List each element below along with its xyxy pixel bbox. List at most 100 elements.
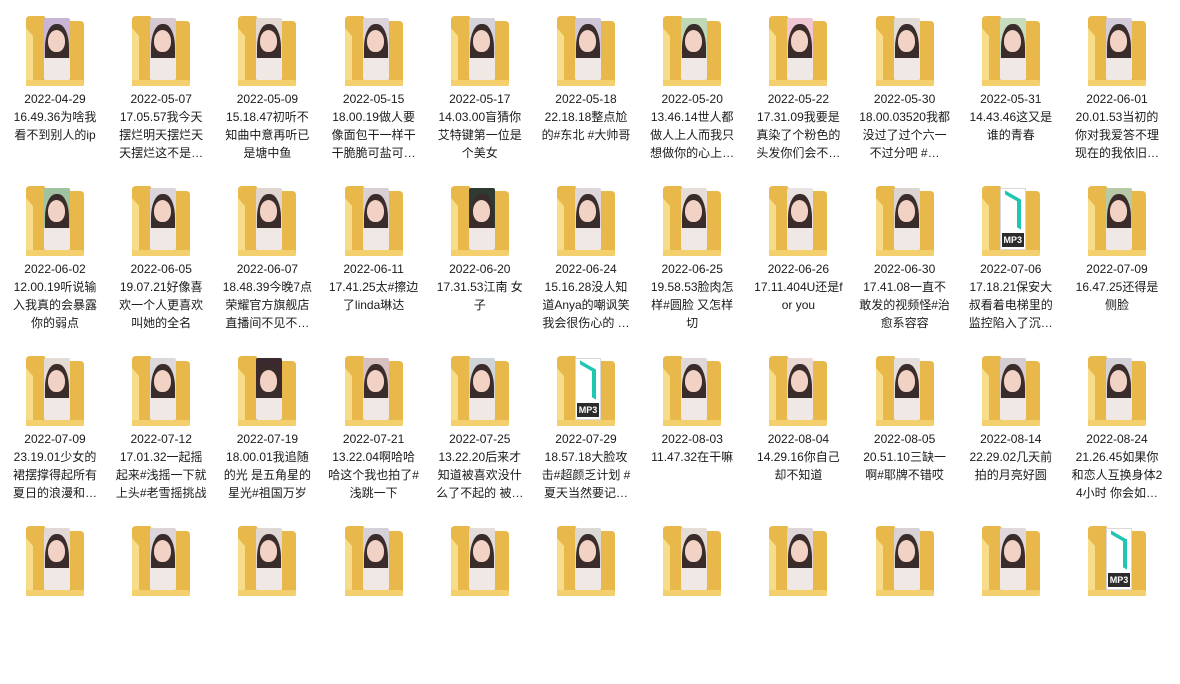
folder-icon [236, 14, 298, 88]
folder-icon [343, 184, 405, 258]
folder-title: 17.05.57我今天摆烂明天摆烂天天摆烂这不是… [119, 110, 204, 160]
folder-item[interactable]: 2022-07-25 13.22.20后来才知道被喜欢没什么了不起的 被… [427, 344, 533, 514]
folder-date: 2022-05-30 [873, 92, 936, 106]
folder-label: 2022-06-01 20.01.53当初的你对我爱答不理现在的我依旧… [1064, 90, 1170, 162]
folder-title: 21.26.45如果你和恋人互换身体24小时 你会如… [1071, 450, 1163, 500]
folder-label: 2022-06-26 17.11.404U还是for you [745, 260, 851, 314]
folder-title: 14.29.16你自己却不知道 [757, 450, 840, 482]
folder-label: 2022-05-20 13.46.14世人都做人上人而我只想做你的心上… [639, 90, 745, 162]
folder-item[interactable] [427, 514, 533, 684]
folder-label: 2022-05-31 14.43.46这又是谁的青春 [958, 90, 1064, 144]
folder-item[interactable] [745, 514, 851, 684]
folder-item[interactable] [852, 514, 958, 684]
folder-item[interactable]: 2022-06-11 17.41.25太#擦边了linda琳达 [321, 174, 427, 344]
folder-item[interactable]: 2022-05-30 18.00.03520我都没过了过个六一不过分吧 #… [852, 4, 958, 174]
folder-item[interactable]: 2022-06-25 19.58.53脸肉怎样#圆脸 又怎样 切 [639, 174, 745, 344]
folder-item[interactable]: 2022-06-01 20.01.53当初的你对我爱答不理现在的我依旧… [1064, 4, 1170, 174]
folder-item[interactable]: MP3 2022-07-29 18.57.18大脸攻击#超颜乏计划 #夏天当然要记… [533, 344, 639, 514]
folder-icon [661, 524, 723, 598]
folder-item[interactable] [321, 514, 427, 684]
folder-label: 2022-05-07 17.05.57我今天摆烂明天摆烂天天摆烂这不是… [108, 90, 214, 162]
folder-item[interactable]: 2022-06-07 18.48.39今晚7点荣耀官方旗舰店直播间不见不… [214, 174, 320, 344]
folder-date: 2022-05-20 [661, 92, 723, 106]
folder-label: 2022-08-05 20.51.10三缺一啊#耶牌不错哎 [852, 430, 958, 484]
folder-item[interactable]: 2022-06-20 17.31.53江南 女子 [427, 174, 533, 344]
folder-item[interactable]: 2022-08-24 21.26.45如果你和恋人互换身体24小时 你会如… [1064, 344, 1170, 514]
folder-icon [130, 184, 192, 258]
folder-item[interactable]: 2022-05-22 17.31.09我要是真染了个粉色的头发你们会不… [745, 4, 851, 174]
folder-item[interactable] [533, 514, 639, 684]
folder-title: 17.41.25太#擦边了linda琳达 [328, 280, 419, 312]
folder-label: 2022-06-30 17.41.08一直不敢发的视频怪#治愈系容容 [852, 260, 958, 332]
folder-item[interactable] [214, 514, 320, 684]
folder-item[interactable]: 2022-06-24 15.16.28没人知道Anya的嘲讽笑我会很伤心的 … [533, 174, 639, 344]
folder-icon [236, 354, 298, 428]
folder-item[interactable]: 2022-05-15 18.00.19做人要像面包干一样干干脆脆可盐可… [321, 4, 427, 174]
folder-label: 2022-05-30 18.00.03520我都没过了过个六一不过分吧 #… [852, 90, 958, 162]
folder-date: 2022-05-17 [449, 92, 511, 106]
folder-item[interactable]: 2022-05-20 13.46.14世人都做人上人而我只想做你的心上… [639, 4, 745, 174]
folder-label: 2022-05-09 15.18.47初听不知曲中意再听已是塘中鱼 [214, 90, 320, 162]
folder-item[interactable]: 2022-08-05 20.51.10三缺一啊#耶牌不错哎 [852, 344, 958, 514]
folder-item[interactable]: MP3 2022-07-06 17.18.21保安大叔看着电梯里的监控陷入了沉… [958, 174, 1064, 344]
folder-title: 17.18.21保安大叔看着电梯里的监控陷入了沉… [968, 280, 1053, 330]
folder-date: 2022-08-04 [767, 432, 830, 446]
folder-item[interactable]: 2022-05-07 17.05.57我今天摆烂明天摆烂天天摆烂这不是… [108, 4, 214, 174]
folder-icon [874, 354, 936, 428]
folder-icon [874, 184, 936, 258]
folder-item[interactable]: 2022-05-09 15.18.47初听不知曲中意再听已是塘中鱼 [214, 4, 320, 174]
folder-date: 2022-08-03 [661, 432, 723, 446]
folder-item[interactable]: 2022-07-09 16.47.25还得是侧脸 [1064, 174, 1170, 344]
folder-date: 2022-07-21 [342, 432, 405, 446]
folder-title: 23.19.01少女的裙摆撑得起所有夏日的浪漫和… [12, 450, 97, 500]
folder-item[interactable]: 2022-05-31 14.43.46这又是谁的青春 [958, 4, 1064, 174]
folder-icon [767, 524, 829, 598]
folder-item[interactable]: 2022-07-09 23.19.01少女的裙摆撑得起所有夏日的浪漫和… [2, 344, 108, 514]
folder-title: 17.11.404U还是for you [754, 280, 843, 312]
folder-item[interactable] [958, 514, 1064, 684]
folder-label: 2022-07-09 23.19.01少女的裙摆撑得起所有夏日的浪漫和… [2, 430, 108, 502]
folder-item[interactable]: 2022-06-30 17.41.08一直不敢发的视频怪#治愈系容容 [852, 174, 958, 344]
folder-item[interactable]: 2022-05-17 14.03.00盲猜你艾特键第一位是个美女 [427, 4, 533, 174]
folder-item[interactable]: 2022-07-19 18.00.01我追随的光 是五角星的星光#祖国万岁 [214, 344, 320, 514]
folder-label: 2022-08-04 14.29.16你自己却不知道 [745, 430, 851, 484]
folder-item[interactable]: 2022-06-05 19.07.21好像喜欢一个人更喜欢叫她的全名 [108, 174, 214, 344]
folder-label: 2022-07-09 16.47.25还得是侧脸 [1064, 260, 1170, 314]
folder-icon [661, 354, 723, 428]
folder-title: 18.48.39今晚7点荣耀官方旗舰店直播间不见不… [222, 280, 313, 330]
folder-label: 2022-07-25 13.22.20后来才知道被喜欢没什么了不起的 被… [427, 430, 533, 502]
folder-icon: MP3 [555, 354, 617, 428]
folder-item[interactable] [108, 514, 214, 684]
folder-item[interactable]: 2022-07-12 17.01.32一起摇起来#浅摇一下就上头#老雪摇挑战 [108, 344, 214, 514]
folder-icon [980, 14, 1042, 88]
folder-item[interactable] [639, 514, 745, 684]
folder-item[interactable]: 2022-04-29 16.49.36为啥我看不到别人的ip [2, 4, 108, 174]
folder-icon [555, 184, 617, 258]
folder-item[interactable]: 2022-08-14 22.29.02几天前拍的月亮好圆 [958, 344, 1064, 514]
folder-item[interactable] [2, 514, 108, 684]
folder-item[interactable]: 2022-08-04 14.29.16你自己却不知道 [745, 344, 851, 514]
folder-icon [555, 524, 617, 598]
folder-item[interactable]: MP3 [1064, 514, 1170, 684]
folder-icon [767, 14, 829, 88]
folder-date: 2022-08-14 [980, 432, 1042, 446]
folder-icon [130, 354, 192, 428]
folder-icon [767, 354, 829, 428]
folder-item[interactable]: 2022-08-03 11.47.32在干嘛 [639, 344, 745, 514]
folder-label: 2022-08-03 11.47.32在干嘛 [639, 430, 745, 466]
folder-title: 17.01.32一起摇起来#浅摇一下就上头#老雪摇挑战 [115, 450, 207, 500]
folder-item[interactable]: 2022-06-02 12.00.19听说输入我真的会暴露你的弱点 [2, 174, 108, 344]
folder-label: 2022-05-15 18.00.19做人要像面包干一样干干脆脆可盐可… [321, 90, 427, 162]
folder-date: 2022-07-09 [24, 432, 86, 446]
folder-icon [449, 184, 511, 258]
folder-grid: 2022-04-29 16.49.36为啥我看不到别人的ip 2022-05-07 1… [0, 0, 1180, 609]
folder-icon [980, 524, 1042, 598]
folder-item[interactable]: 2022-07-21 13.22.04啊哈哈哈这个我也拍了#浅跳一下 [321, 344, 427, 514]
folder-title: 13.22.04啊哈哈哈这个我也拍了#浅跳一下 [328, 450, 419, 500]
folder-date: 2022-07-06 [980, 262, 1042, 276]
folder-item[interactable]: 2022-05-18 22.18.18整点尬的#东北 #大帅哥 [533, 4, 639, 174]
folder-label: 2022-07-19 18.00.01我追随的光 是五角星的星光#祖国万岁 [214, 430, 320, 502]
folder-date: 2022-06-01 [1086, 92, 1148, 106]
folder-title: 18.00.19做人要像面包干一样干干脆脆可盐可… [331, 110, 416, 160]
folder-item[interactable]: 2022-06-26 17.11.404U还是for you [745, 174, 851, 344]
